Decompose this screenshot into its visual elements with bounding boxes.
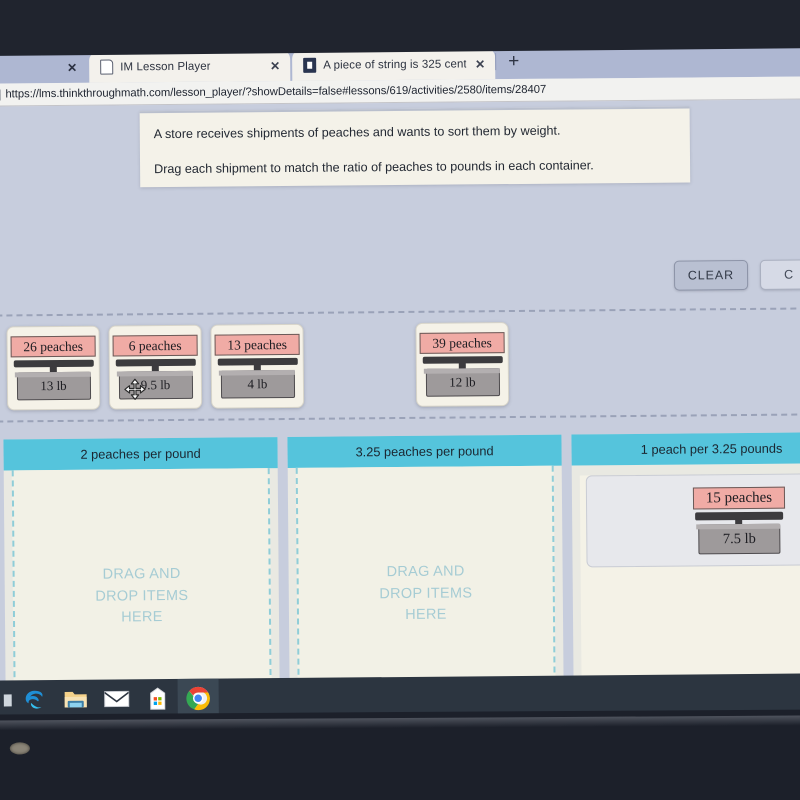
tab-title: IM Lesson Player xyxy=(120,60,211,73)
scale-icon: 4 lb xyxy=(217,357,298,407)
weight-label: 13 lb xyxy=(40,377,67,394)
shipment-card-2[interactable]: 6 peaches 9.5 lb xyxy=(108,324,203,410)
scale-icon: 12 lb xyxy=(422,356,503,405)
mail-icon xyxy=(103,690,129,708)
weight-label: 7.5 lb xyxy=(722,531,756,548)
file-explorer-icon xyxy=(64,691,87,707)
drop-placeholder-text: DRAG AND DROP ITEMS HERE xyxy=(95,565,189,626)
tab-close-icon[interactable]: ✕ xyxy=(65,60,79,74)
prompt-line-2: Drag each shipment to match the ratio of… xyxy=(154,158,594,176)
start-partial-icon xyxy=(3,693,12,706)
shipment-card-4[interactable]: 39 peaches 12 lb xyxy=(415,322,510,407)
tab-title: A piece of string is 325 centimet xyxy=(323,57,467,72)
lesson-page: A store receives shipments of peaches an… xyxy=(0,99,800,720)
screenshot-root: ✕ IM Lesson Player ✕ A piece of string i… xyxy=(0,0,800,800)
edge-browser-icon xyxy=(25,690,42,709)
url-text: https://lms.thinkthroughmath.com/lesson_… xyxy=(5,83,547,101)
browser-tab-partial[interactable]: ✕ xyxy=(0,51,88,84)
taskbar-item-chrome[interactable] xyxy=(177,678,219,718)
browser-tab-im-lesson-player[interactable]: IM Lesson Player ✕ xyxy=(89,49,291,83)
peach-count-label: 15 peaches xyxy=(692,486,786,510)
clear-button[interactable]: CLEAR xyxy=(673,259,749,291)
dropped-shipment-card[interactable]: 15 peaches 7.5 lb xyxy=(689,478,790,563)
drop-zone-2-peaches-per-pound[interactable]: 2 peaches per pound DRAG AND DROP ITEMS … xyxy=(3,437,280,720)
scale-icon: 7.5 lb xyxy=(695,511,784,563)
shipment-card-3[interactable]: 13 peaches 4 lb xyxy=(210,323,305,409)
weight-label: 4 lb xyxy=(247,376,268,392)
taskbar-item-microsoft-store[interactable] xyxy=(137,679,178,718)
drop-zone-header: 1 peach per 3.25 pounds xyxy=(571,432,800,466)
drop-placeholder-text: DRAG AND DROP ITEMS HERE xyxy=(379,563,473,624)
browser-tab-piece-of-string[interactable]: A piece of string is 325 centimet ✕ xyxy=(292,48,496,81)
check-button-partial[interactable]: C xyxy=(759,259,800,290)
chrome-browser-icon xyxy=(186,686,210,711)
shipment-tray: 26 peaches 13 lb 6 peaches 9.5 lb 13 pea… xyxy=(0,307,798,423)
prompt-line-1: A store receives shipments of peaches an… xyxy=(153,123,561,142)
dropped-card-shell: 15 peaches 7.5 lb xyxy=(585,473,800,568)
peach-count-label: 26 peaches xyxy=(10,335,96,358)
action-button-row: CLEAR C xyxy=(673,259,800,291)
new-tab-button[interactable]: + xyxy=(508,51,519,72)
tab-close-icon[interactable]: ✕ xyxy=(473,57,487,71)
tab-close-icon[interactable]: ✕ xyxy=(268,59,282,73)
weight-label: 12 lb xyxy=(449,374,476,390)
document-icon xyxy=(100,59,114,75)
move-cursor-icon xyxy=(124,378,146,401)
monitor-bezel-top xyxy=(0,0,800,57)
scale-icon: 13 lb xyxy=(13,359,94,409)
app-icon xyxy=(303,57,317,73)
tabstrip-divider xyxy=(495,53,497,71)
monitor-screen: ✕ IM Lesson Player ✕ A piece of string i… xyxy=(0,40,800,720)
drop-zone-header: 3.25 peaches per pound xyxy=(287,434,562,468)
drop-zone-header: 2 peaches per pound xyxy=(3,437,278,471)
microsoft-store-icon xyxy=(149,687,165,710)
peach-count-label: 39 peaches xyxy=(419,332,505,354)
peach-count-label: 6 peaches xyxy=(112,334,198,357)
peach-count-label: 13 peaches xyxy=(214,333,300,356)
prompt-card: A store receives shipments of peaches an… xyxy=(139,106,691,188)
shipment-card-1[interactable]: 26 peaches 13 lb xyxy=(6,325,101,411)
